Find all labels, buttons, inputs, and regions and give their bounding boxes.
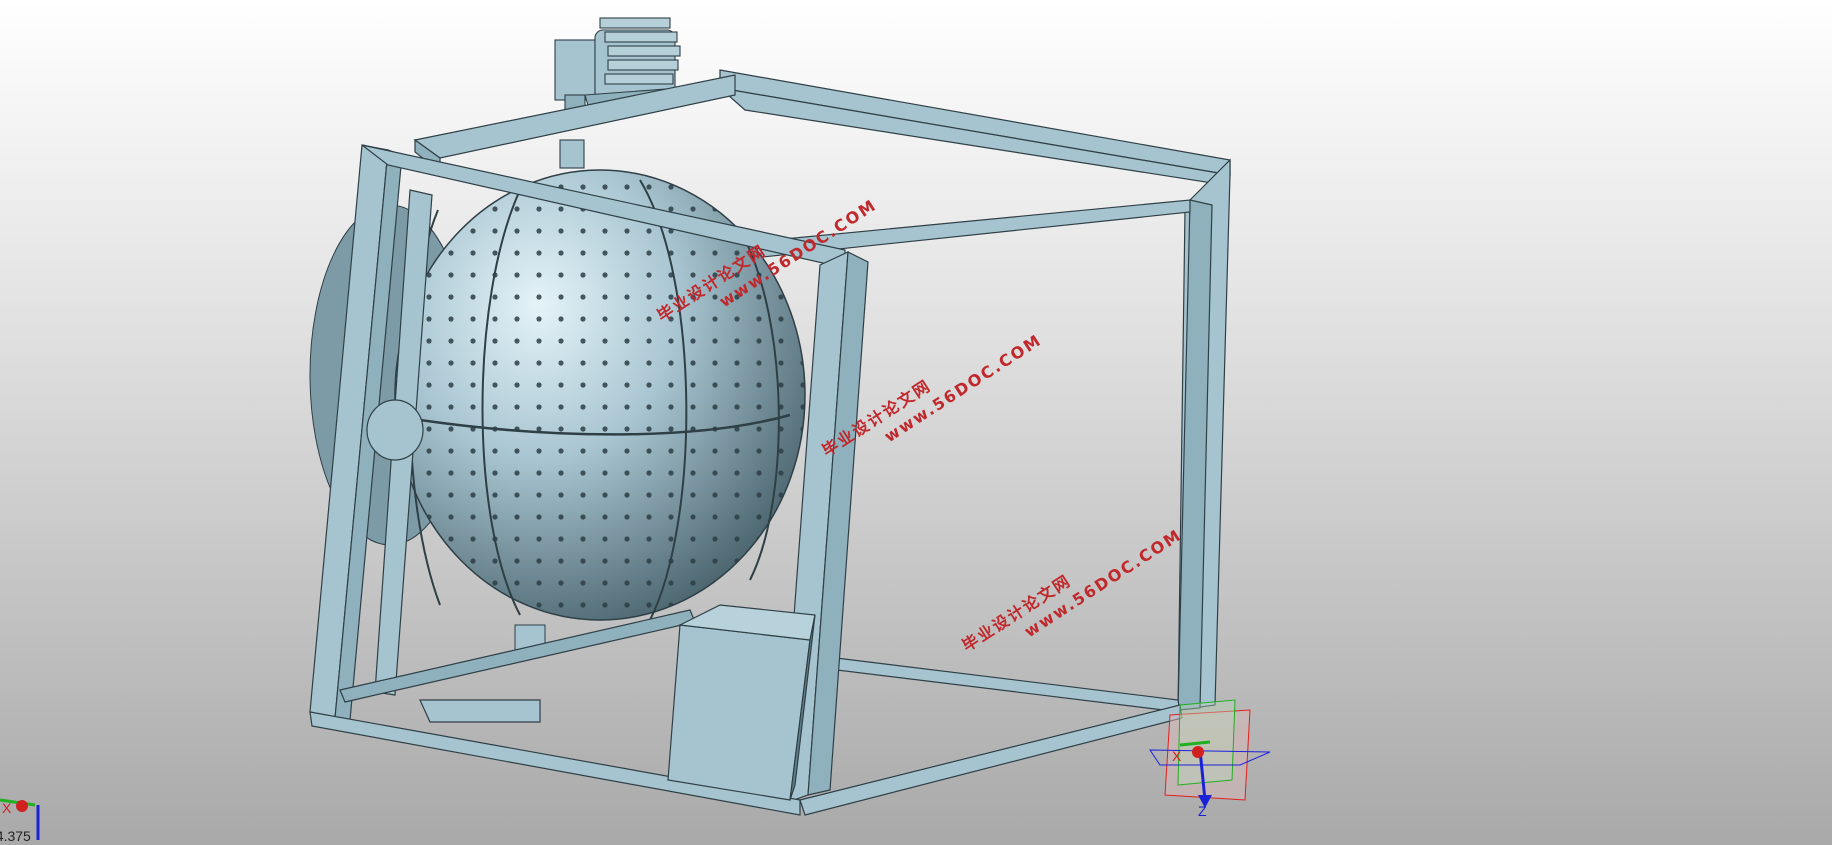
corner-x-label: X xyxy=(2,800,12,816)
cad-viewport[interactable]: 毕业设计论文网 www.56DOC.COM 毕业设计论文网 www.56DOC.… xyxy=(0,0,1832,845)
motor-box[interactable] xyxy=(667,604,816,801)
triad-z-label: Z xyxy=(1198,803,1207,819)
corner-coord-text: 24.375 xyxy=(0,828,31,844)
triad-x-label: X xyxy=(1172,748,1182,764)
